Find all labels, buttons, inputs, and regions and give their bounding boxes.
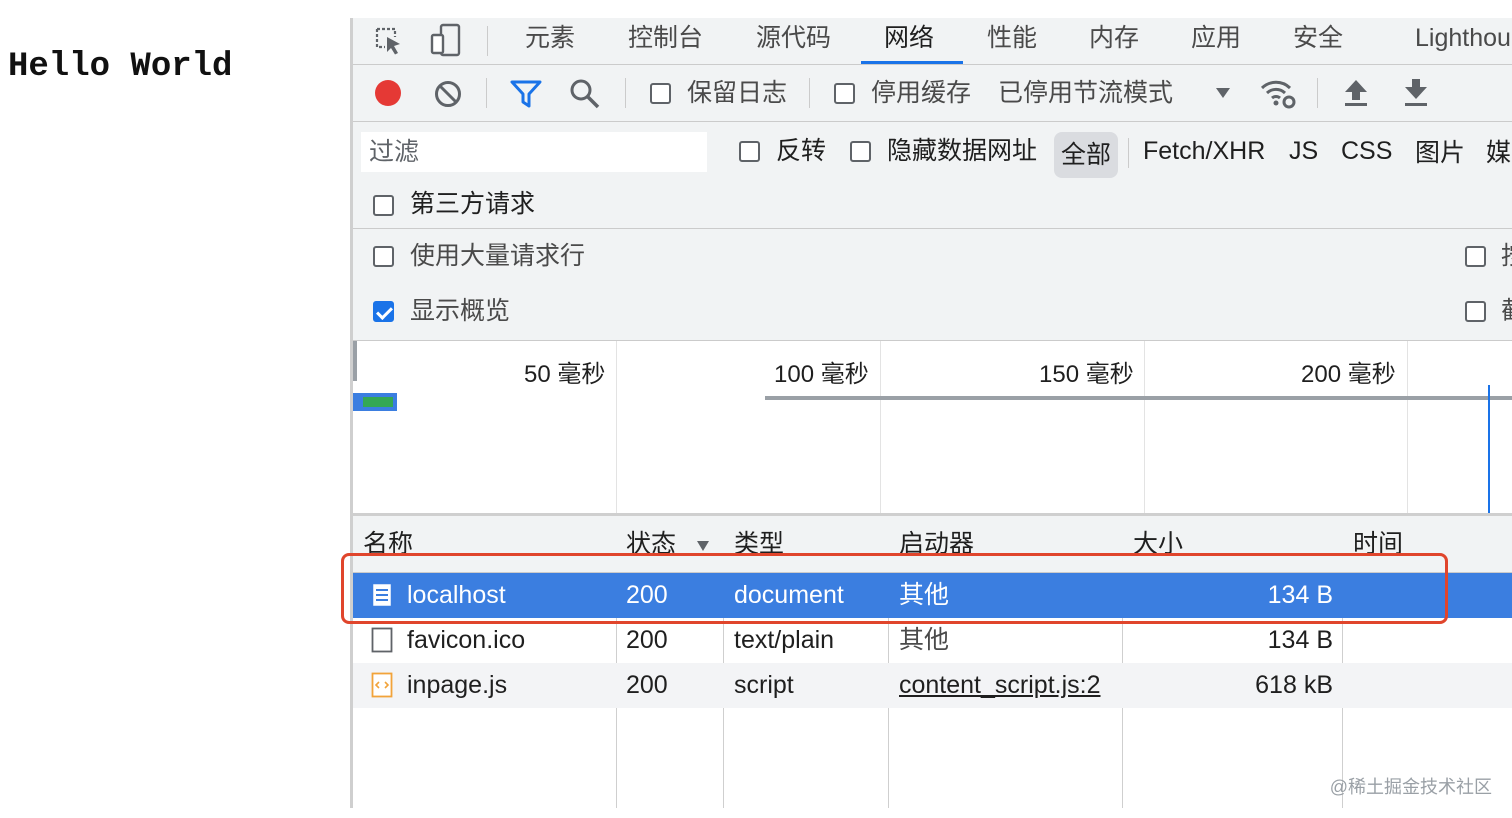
preserve-log-checkbox[interactable] [650,83,671,104]
sort-descending-icon [697,541,709,551]
search-icon[interactable] [569,78,601,110]
tab-sources[interactable]: 源代码 [756,23,831,53]
devtools-tab-bar: 元素 控制台 源代码 网络 性能 内存 应用 安全 Lighthou [353,18,1512,65]
device-toolbar-icon[interactable] [429,23,463,57]
tab-memory[interactable]: 内存 [1089,23,1139,53]
preserve-log-label: 保留日志 [687,79,788,107]
overview-request-bar [353,393,397,411]
network-settings: 使用大量请求行 显示概览 按 截 [353,229,1512,341]
tab-security[interactable]: 安全 [1293,23,1343,53]
tab-network[interactable]: 网络 [884,23,934,53]
blank-file-icon [371,627,393,653]
active-tab-indicator [861,61,963,64]
tab-elements[interactable]: 元素 [525,23,575,53]
tab-console[interactable]: 控制台 [628,23,703,53]
third-party-checkbox[interactable] [373,195,394,216]
network-overview[interactable]: 50 毫秒 100 毫秒 150 毫秒 200 毫秒 [353,341,1512,516]
table-row[interactable]: favicon.ico 200 text/plain 其他 134 B [353,618,1512,663]
show-overview-checkbox[interactable] [373,301,394,322]
filter-placeholder: 过滤 [369,138,420,166]
overview-tick-50ms: 50 毫秒 [524,361,606,388]
row-status: 200 [626,671,668,699]
filter-bar: 过滤 反转 隐藏数据网址 全部 Fetch/XHR JS CSS 图片 媒 第三… [353,122,1512,229]
row-initiator-link[interactable]: content_script.js:2 [899,670,1101,700]
network-toolbar: 保留日志 停用缓存 已停用节流模式 [353,65,1512,122]
import-har-icon[interactable] [1343,77,1369,109]
type-filter-media[interactable]: 媒 [1486,138,1511,168]
big-request-rows-checkbox[interactable] [373,246,394,267]
tab-performance[interactable]: 性能 [987,23,1037,53]
row-name: inpage.js [407,671,508,699]
hide-data-urls-checkbox[interactable] [850,141,871,162]
record-icon[interactable] [373,78,403,108]
network-conditions-icon[interactable] [1259,77,1297,109]
show-overview-label: 显示概览 [410,297,511,325]
tab-application[interactable]: 应用 [1191,23,1241,53]
script-file-icon [371,672,393,698]
capture-screenshots-label: 截 [1501,296,1512,326]
devtools-panel: 元素 控制台 源代码 网络 性能 内存 应用 安全 Lighthou 保留日志 [350,18,1512,808]
export-har-icon[interactable] [1403,77,1429,109]
third-party-label: 第三方请求 [410,190,536,218]
type-filter-img[interactable]: 图片 [1415,138,1465,168]
invert-label: 反转 [776,137,827,165]
overview-left-handle[interactable] [353,341,357,381]
inspect-element-icon[interactable] [373,25,405,57]
overview-tick-150ms: 150 毫秒 [1039,361,1134,388]
overview-long-request-bar [765,396,1512,400]
row-type: text/plain [734,626,835,654]
chevron-down-icon[interactable] [1215,87,1231,99]
row-size: 134 B [1267,626,1333,654]
type-filter-fetch-xhr[interactable]: Fetch/XHR [1143,136,1265,166]
group-by-frame-label: 按 [1501,241,1512,271]
clear-icon[interactable] [433,79,463,109]
filter-funnel-icon[interactable] [510,79,542,109]
watermark: @稀土掘金技术社区 [1329,777,1492,797]
disable-cache-label: 停用缓存 [871,79,972,107]
group-by-frame-checkbox[interactable] [1465,246,1486,267]
table-row[interactable]: inpage.js 200 script content_script.js:2… [353,663,1512,708]
disable-cache-checkbox[interactable] [834,83,855,104]
overview-load-marker [1488,385,1490,513]
hide-data-urls-label: 隐藏数据网址 [887,137,1038,165]
throttling-select[interactable]: 已停用节流模式 [998,78,1173,108]
hello-world-text: Hello World [8,48,233,86]
row-initiator: 其他 [899,626,950,654]
type-filter-css[interactable]: CSS [1341,136,1392,166]
type-filter-all[interactable]: 全部 [1054,132,1118,178]
row-size: 618 kB [1255,671,1333,699]
invert-checkbox[interactable] [739,141,760,162]
row-name: favicon.ico [407,626,526,654]
type-filter-js[interactable]: JS [1289,136,1318,166]
overview-tick-100ms: 100 毫秒 [774,361,869,388]
tab-lighthouse[interactable]: Lighthou [1415,23,1511,53]
highlight-annotation-box [341,553,1448,624]
row-status: 200 [626,626,668,654]
big-request-rows-label: 使用大量请求行 [410,242,586,270]
row-type: script [734,671,794,699]
overview-tick-200ms: 200 毫秒 [1301,361,1396,388]
capture-screenshots-checkbox[interactable] [1465,301,1486,322]
filter-input[interactable]: 过滤 [361,132,707,172]
